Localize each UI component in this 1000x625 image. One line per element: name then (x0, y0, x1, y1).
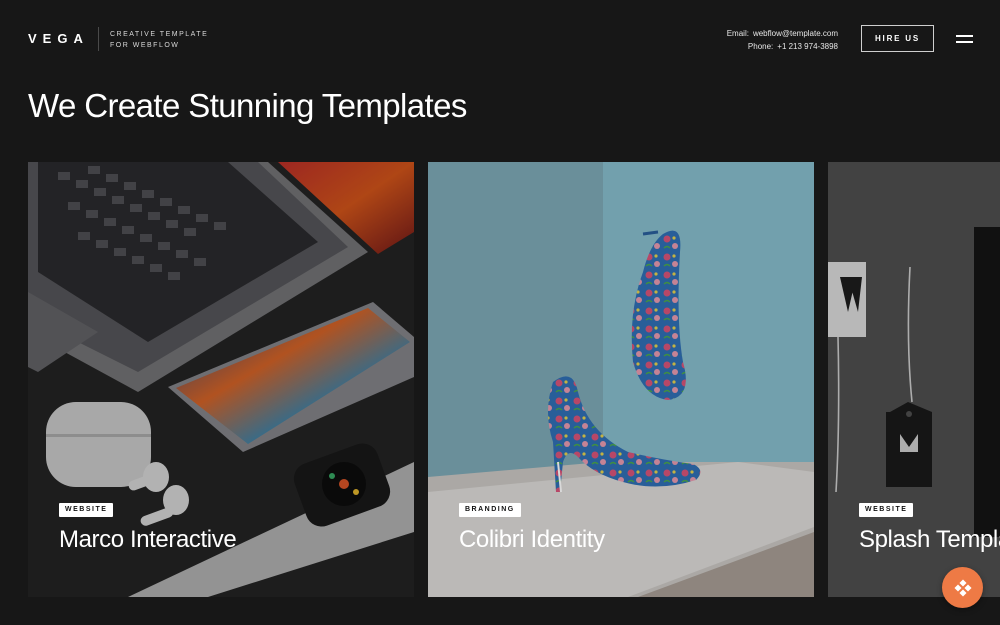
tagline-line-2: FOR WEBFLOW (110, 42, 180, 49)
category-badge: WEBSITE (59, 503, 114, 517)
logo-divider (98, 27, 99, 51)
card-title: Splash Templa (859, 526, 1000, 553)
phone-row: Phone: +1 213 974-3898 (727, 40, 838, 53)
phone-label: Phone: (747, 42, 774, 51)
page-title: We Create Stunning Templates (28, 87, 467, 124)
email-label: Email: (726, 29, 749, 38)
logo[interactable]: VEGA (28, 31, 89, 46)
portfolio-slider: WEBSITE Marco Interactive BRANDING Colib… (28, 162, 1000, 598)
diamond-cluster-icon (953, 578, 972, 597)
phone-link[interactable]: +1 213 974-3898 (777, 42, 838, 51)
site-header: VEGA CREATIVE TEMPLATE FOR WEBFLOW Email… (0, 0, 1000, 80)
card-title: Colibri Identity (459, 526, 605, 553)
hire-us-button[interactable]: HIRE US (861, 25, 934, 52)
portfolio-card-marco-interactive[interactable]: WEBSITE Marco Interactive (28, 162, 414, 597)
hamburger-icon[interactable] (956, 34, 973, 44)
email-row: Email: webflow@template.com (727, 27, 838, 40)
category-badge: WEBSITE (859, 503, 914, 517)
menu-line-top (956, 35, 973, 37)
tagline: CREATIVE TEMPLATE FOR WEBFLOW (110, 29, 208, 51)
tagline-line-1: CREATIVE TEMPLATE (110, 31, 209, 38)
webflow-diamond-icon[interactable] (942, 567, 983, 608)
category-badge: BRANDING (459, 503, 521, 517)
contact-info: Email: webflow@template.com Phone: +1 213 … (727, 27, 838, 53)
email-link[interactable]: webflow@template.com (753, 29, 838, 38)
portfolio-card-colibri-identity[interactable]: BRANDING Colibri Identity (428, 162, 814, 597)
card-title: Marco Interactive (59, 526, 237, 553)
portfolio-card-splash-template[interactable]: WEBSITE Splash Templa (828, 162, 1000, 597)
menu-line-bottom (956, 41, 973, 43)
